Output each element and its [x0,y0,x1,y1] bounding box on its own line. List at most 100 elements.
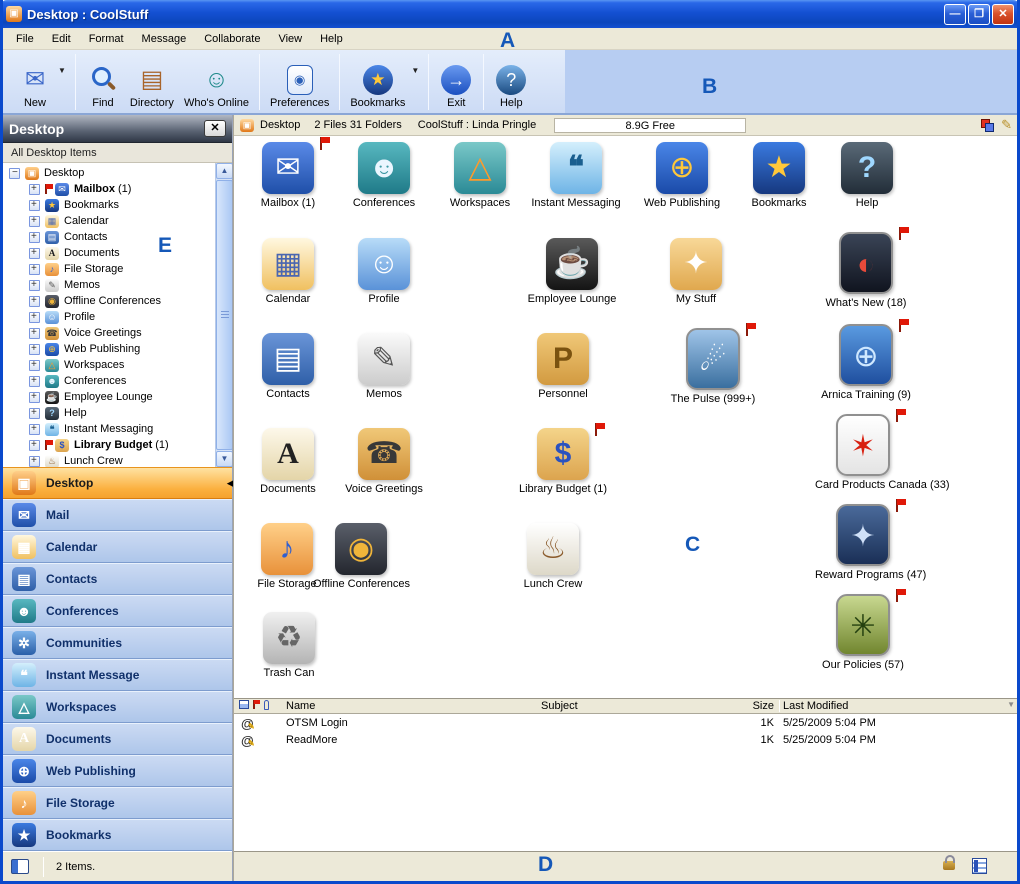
expand-icon[interactable] [29,392,40,403]
lock-icon[interactable] [943,861,955,870]
tree-item-offline-conferences[interactable]: ◉ Offline Conferences [3,293,215,309]
menu-item-format[interactable]: Format [80,30,133,48]
minimize-button[interactable]: — [944,4,966,25]
panel-toggle-icon[interactable] [11,859,29,874]
file-row-OTSM Login[interactable]: @ OTSM Login 1K 5/25/2009 5:04 PM [234,715,1020,732]
expand-icon[interactable] [29,424,40,435]
desktop-icon-our-policies[interactable]: ✳ Our Policies (57) [815,594,911,671]
close-button[interactable]: ✕ [992,4,1014,25]
column-subject[interactable]: Subject [541,700,578,712]
maximize-button[interactable]: ❐ [968,4,990,25]
tree-item-conferences[interactable]: ☻ Conferences [3,373,215,389]
menu-item-help[interactable]: Help [311,30,352,48]
sidebar-item-contacts[interactable]: ▤ Contacts [3,563,232,595]
expand-icon[interactable] [29,296,40,307]
sidebar-item-desktop[interactable]: ▣ Desktop [3,467,232,499]
expand-icon[interactable] [29,440,40,451]
menu-item-file[interactable]: File [7,30,43,48]
desktop-icon-arnica-training[interactable]: ⊕ Arnica Training (9) [818,324,914,401]
tree-item-documents[interactable]: A Documents [3,245,215,261]
tree-item-help[interactable]: ? Help [3,405,215,421]
desktop-icon-documents[interactable]: A Documents [240,428,336,495]
tree-item-workspaces[interactable]: △ Workspaces [3,357,215,373]
tree-item-instant-messaging[interactable]: ❝ Instant Messaging [3,421,215,437]
desktop-icons-area[interactable]: ✉ Mailbox (1) ☻ Conferences △ Work [234,136,1020,698]
desktop-icon-bookmarks[interactable]: ★ Bookmarks [731,142,827,209]
expand-icon[interactable] [29,248,40,259]
tree-item-bookmarks[interactable]: ★ Bookmarks [3,197,215,213]
sort-menu-icon[interactable]: ▼ [1007,700,1015,709]
attachment-column-icon[interactable] [264,700,269,710]
pencil-icon[interactable]: ✎ [1001,117,1012,133]
desktop-icon-card-products-canada[interactable]: ✶ Card Products Canada (33) [815,414,911,491]
desktop-icon-web-publishing[interactable]: ⊕ Web Publishing [634,142,730,209]
desktop-icon-calendar[interactable]: ▦ Calendar [240,238,336,305]
scroll-up-icon[interactable]: ▲ [216,163,232,179]
desktop-icon-mailbox[interactable]: ✉ Mailbox (1) [240,142,336,209]
flag-column-icon[interactable] [253,700,255,709]
tree-item-calendar[interactable]: ▦ Calendar [3,213,215,229]
expand-icon[interactable] [29,264,40,275]
desktop-icon-contacts[interactable]: ▤ Contacts [240,333,336,400]
exit-button[interactable]: → Exit [434,54,478,110]
sidebar-item-communities[interactable]: ✲ Communities [3,627,232,659]
menu-item-message[interactable]: Message [133,30,196,48]
directory-button[interactable]: ▤ Directory [125,54,179,110]
expand-icon[interactable] [29,232,40,243]
desktop-icon-trash-can[interactable]: ♻ Trash Can [241,612,337,679]
tree-scrollbar[interactable]: ▲ ▼ [215,163,232,467]
desktop-icon-help[interactable]: ? Help [819,142,915,209]
new-button[interactable]: ✉ New [13,54,57,110]
desktop-icon-lunch-crew[interactable]: ♨ Lunch Crew [505,523,601,590]
tree-item-mailbox[interactable]: ✉ Mailbox (1) [3,181,215,197]
sidebar-item-instant-message[interactable]: ❝ Instant Message [3,659,232,691]
bookmarks-dropdown-arrow-icon[interactable]: ▼ [411,66,419,75]
file-list-header[interactable]: Name Subject Size Last Modified ▼ [234,698,1020,714]
desktop-icon-voice-greetings[interactable]: ☎ Voice Greetings [336,428,432,495]
layered-windows-icon[interactable] [981,119,993,131]
expand-icon[interactable] [29,376,40,387]
new-dropdown-arrow-icon[interactable]: ▼ [58,66,66,75]
tree-item-web-publishing[interactable]: ⊕ Web Publishing [3,341,215,357]
menu-item-view[interactable]: View [269,30,311,48]
desktop-icon-memos[interactable]: ✎ Memos [336,333,432,400]
desktop-icon-the-pulse[interactable]: ☄ The Pulse (999+) [665,328,761,405]
item-type-column-icon[interactable] [239,700,249,709]
sidebar-item-documents[interactable]: A Documents [3,723,232,755]
column-modified[interactable]: Last Modified [783,700,848,712]
menu-item-collaborate[interactable]: Collaborate [195,30,269,48]
desktop-icon-instant-messaging[interactable]: ❝ Instant Messaging [528,142,624,209]
tree-item-memos[interactable]: ✎ Memos [3,277,215,293]
panel-close-icon[interactable]: ✕ [204,120,226,137]
whos-online-button[interactable]: ☺ Who's Online [179,54,254,110]
file-row-ReadMore[interactable]: @ ReadMore 1K 5/25/2009 5:04 PM [234,732,1020,749]
sidebar-item-bookmarks[interactable]: ★ Bookmarks [3,819,232,851]
expand-icon[interactable] [29,328,40,339]
expand-icon[interactable] [29,344,40,355]
expand-icon[interactable] [29,360,40,371]
desktop-icon-conferences[interactable]: ☻ Conferences [336,142,432,209]
scrollbar-thumb[interactable] [216,180,232,450]
sidebar-item-workspaces[interactable]: △ Workspaces [3,691,232,723]
desktop-icon-employee-lounge[interactable]: ☕ Employee Lounge [524,238,620,305]
column-name[interactable]: Name [286,700,315,712]
scroll-down-icon[interactable]: ▼ [216,451,232,467]
tree-item-desktop[interactable]: ▣ Desktop [3,165,215,181]
expand-icon[interactable] [29,456,40,467]
preferences-button[interactable]: ◉ Preferences [265,54,334,110]
desktop-icon-my-stuff[interactable]: ✦ My Stuff [648,238,744,305]
sidebar-item-web-publishing[interactable]: ⊕ Web Publishing [3,755,232,787]
expand-icon[interactable] [29,408,40,419]
column-size[interactable]: Size [704,700,774,712]
desktop-icon-personnel[interactable]: P Personnel [515,333,611,400]
desktop-icon-library-budget[interactable]: $ Library Budget (1) [515,428,611,495]
desktop-icon-reward-programs[interactable]: ✦ Reward Programs (47) [815,504,911,581]
tree-item-lunch-crew[interactable]: ♨ Lunch Crew [3,453,215,467]
sidebar-item-file-storage[interactable]: ♪ File Storage [3,787,232,819]
tree-item-contacts[interactable]: ▤ Contacts [3,229,215,245]
tree-item-employee-lounge[interactable]: ☕ Employee Lounge [3,389,215,405]
sidebar-item-mail[interactable]: ✉ Mail [3,499,232,531]
desktop-icon-whats-new[interactable]: ◐ What's New (18) [818,232,914,309]
desktop-icon-offline-conferences[interactable]: ◉ Offline Conferences [313,523,409,590]
tree-item-profile[interactable]: ☺ Profile [3,309,215,325]
